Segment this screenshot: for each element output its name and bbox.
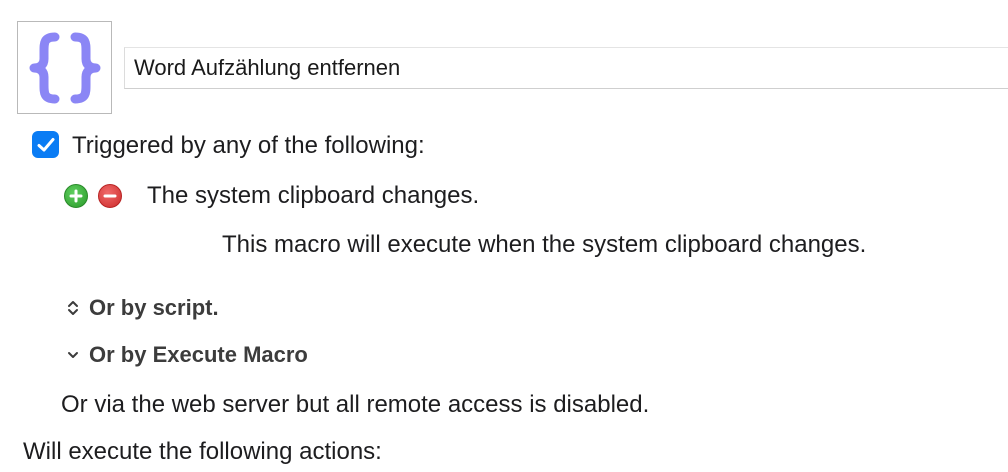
chevron-down-icon <box>63 348 83 362</box>
minus-icon <box>103 194 117 198</box>
actions-header: Will execute the following actions: <box>23 438 382 465</box>
triggers-header: Triggered by any of the following: <box>72 132 425 159</box>
remove-trigger-button[interactable] <box>98 184 122 208</box>
or-by-execute-macro-label: Or by Execute Macro <box>89 342 308 367</box>
checkmark-icon <box>37 137 54 151</box>
web-server-note: Or via the web server but all remote acc… <box>61 391 650 418</box>
macro-icon-well[interactable] <box>17 21 112 114</box>
macro-editor: Word Aufzählung entfernen Triggered by a… <box>0 0 1008 472</box>
or-by-script-disclosure[interactable]: Or by script. <box>63 293 219 323</box>
plus-icon <box>69 189 83 203</box>
add-trigger-button[interactable] <box>64 184 88 208</box>
or-by-script-label: Or by script. <box>89 295 219 320</box>
trigger-description: This macro will execute when the system … <box>222 231 867 258</box>
curly-braces-icon <box>29 32 100 103</box>
trigger-title: The system clipboard changes. <box>147 182 480 209</box>
macro-name-field[interactable]: Word Aufzählung entfernen <box>124 47 1008 89</box>
or-by-execute-macro-disclosure[interactable]: Or by Execute Macro <box>63 340 308 370</box>
triggers-enabled-checkbox[interactable] <box>32 131 59 158</box>
updown-chevron-icon <box>63 298 83 318</box>
